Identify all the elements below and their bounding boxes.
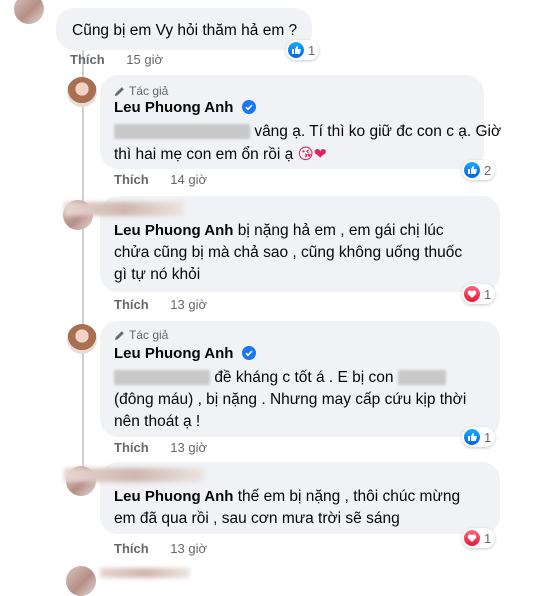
comment-text: Leu Phuong Anh thế em bị nặng , thôi chú…	[114, 488, 461, 505]
commenter-name[interactable]: Leu Phuong Anh	[114, 99, 233, 116]
emoji: 😘❤	[297, 145, 327, 163]
timestamp[interactable]: 14 giờ	[170, 172, 207, 187]
comment-text: em đã qua rồi , sau cơn mưa trời sẽ sáng	[114, 510, 400, 527]
comment-text: Leu Phuong Anh bị nặng hả em , em gái ch…	[114, 222, 444, 239]
comment-meta: Thích 13 giờ	[114, 440, 207, 455]
avatar[interactable]	[67, 77, 97, 107]
thread-line	[82, 48, 84, 468]
avatar-strip-blur	[64, 202, 184, 216]
like-link[interactable]: Thích	[70, 52, 105, 67]
comment-meta: Thích 14 giờ	[114, 172, 207, 187]
comment-bubble: Tác giả Leu Phuong Anh đề kháng c tốt á …	[100, 321, 500, 437]
author-tag-label: Tác giả	[129, 328, 169, 342]
pencil-icon	[115, 330, 124, 340]
comment-text: Cũng bị em Vy hỏi thăm hả em ?	[72, 22, 298, 39]
comment-text: đề kháng c tốt á . E bị con	[114, 367, 446, 389]
comment-text: (đông máu) , bị nặng . Nhưng may cấp cứu…	[114, 391, 467, 408]
comment-text: nên thoát ạ !	[114, 413, 201, 430]
comment-bubble: Leu Phuong Anh bị nặng hả em , em gái ch…	[64, 196, 500, 292]
like-icon	[464, 162, 480, 178]
like-link[interactable]: Thích	[114, 541, 149, 556]
reaction-badge[interactable]: 1	[462, 284, 496, 304]
reaction-badge[interactable]: 1	[462, 427, 496, 447]
timestamp[interactable]: 15 giờ	[126, 52, 163, 67]
redacted-text	[114, 124, 250, 140]
comment-bubble: Leu Phuong Anh thế em bị nặng , thôi chú…	[64, 462, 500, 534]
like-link[interactable]: Thích	[114, 297, 149, 312]
timestamp[interactable]: 13 giờ	[170, 541, 207, 556]
love-icon	[464, 530, 480, 546]
comment-meta: Thích 13 giờ	[114, 541, 207, 556]
avatar-strip-blur	[100, 568, 190, 578]
love-icon	[464, 286, 480, 302]
reaction-badge[interactable]: 2	[462, 160, 496, 180]
like-icon	[288, 42, 304, 58]
reaction-count: 1	[484, 530, 492, 546]
redacted-text	[397, 370, 446, 386]
avatar[interactable]	[66, 566, 96, 596]
reaction-count: 1	[484, 286, 492, 302]
reaction-count: 1	[484, 429, 492, 445]
avatar[interactable]	[14, 0, 44, 24]
comment-text: thì hai mẹ con em ổn rồi ạ 😘❤	[114, 145, 327, 163]
commenter-name[interactable]: Leu Phuong Anh	[114, 488, 233, 505]
timestamp[interactable]: 13 giờ	[170, 297, 207, 312]
verified-badge-icon	[241, 100, 256, 114]
avatar-strip-blur	[64, 468, 204, 482]
comment-bubble: Tác giả Leu Phuong Anh vâng ạ. Tí thì ko…	[100, 75, 501, 169]
author-tag: Tác giả	[114, 328, 168, 342]
comment-meta: Thích 13 giờ	[114, 297, 207, 312]
comment-meta: Thích 15 giờ	[70, 52, 163, 67]
commenter-name[interactable]: Leu Phuong Anh	[114, 222, 233, 239]
comment-text: gì tự nó khỏi	[114, 266, 201, 283]
reaction-count: 1	[308, 42, 316, 58]
verified-badge-icon	[241, 346, 256, 360]
commenter-name[interactable]: Leu Phuong Anh	[114, 345, 233, 362]
redacted-text	[114, 370, 210, 386]
author-tag-label: Tác giả	[129, 84, 169, 98]
like-icon	[464, 429, 480, 445]
reaction-badge[interactable]: 1	[286, 40, 320, 60]
reaction-badge[interactable]: 1	[462, 528, 496, 548]
like-link[interactable]: Thích	[114, 440, 149, 455]
comment-text: vâng ạ. Tí thì ko giữ đc con c ạ. Giờ	[114, 121, 501, 143]
reaction-count: 2	[484, 162, 492, 178]
pencil-icon	[115, 86, 124, 96]
comment-bubble: Cũng bị em Vy hỏi thăm hả em ?	[56, 8, 312, 50]
author-tag: Tác giả	[114, 84, 168, 98]
timestamp[interactable]: 13 giờ	[170, 440, 207, 455]
comment-text: chửa cũng bị mà chả sao , cũng không uốn…	[114, 244, 463, 261]
like-link[interactable]: Thích	[114, 172, 149, 187]
avatar[interactable]	[67, 324, 97, 354]
